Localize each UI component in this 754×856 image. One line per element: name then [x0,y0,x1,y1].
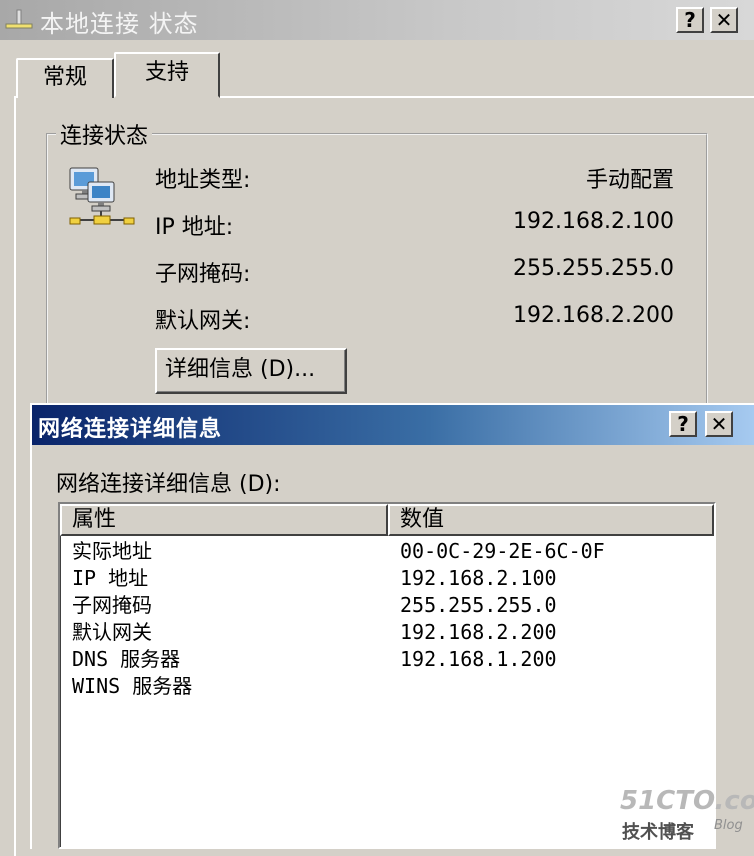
details-list-label: 网络连接详细信息 (D): [56,472,281,497]
default-gateway-label: 默认网关: [155,309,251,334]
address-type-label: 地址类型: [155,168,251,193]
watermark-blog: Blog [714,818,743,833]
row-property[interactable]: DNS 服务器 [72,646,180,672]
watermark-site: 51CTO.com [620,786,754,816]
status-window-title: 本地连接 状态 [40,10,199,38]
row-value[interactable]: 192.168.2.200 [400,619,557,645]
row-value[interactable]: 00-0C-29-2E-6C-0F [400,538,605,564]
details-help-button[interactable]: ? [669,411,697,437]
column-header-value[interactable]: 数值 [388,504,714,536]
row-property[interactable]: IP 地址 [72,565,148,591]
address-type-value: 手动配置 [585,168,674,193]
subnet-mask-value: 255.255.255.0 [513,256,674,281]
help-button[interactable]: ? [676,7,704,33]
close-button[interactable]: ✕ [710,7,738,33]
row-value[interactable]: 192.168.1.200 [400,646,557,672]
tab-general[interactable]: 常规 [16,58,114,98]
network-computers-icon [66,164,138,238]
row-value[interactable]: 255.255.255.0 [400,592,557,618]
row-property[interactable]: 实际地址 [72,538,152,564]
tab-support[interactable]: 支持 [114,52,220,98]
ip-address-label: IP 地址: [155,215,234,240]
details-window-titlebar[interactable]: 网络连接详细信息 [32,405,754,445]
default-gateway-value: 192.168.2.200 [513,303,674,328]
column-header-property[interactable]: 属性 [60,504,388,536]
ip-address-value: 192.168.2.100 [513,209,674,234]
details-close-button[interactable]: ✕ [705,411,733,437]
row-property[interactable]: 默认网关 [72,619,152,645]
row-value[interactable]: 192.168.2.100 [400,565,557,591]
watermark-subtitle: 技术博客 [622,822,694,843]
details-button[interactable]: 详细信息 (D)... [155,348,347,394]
subnet-mask-label: 子网掩码: [155,262,251,287]
group-label: 连接状态 [56,118,153,150]
network-connection-icon [4,8,34,36]
row-property[interactable]: 子网掩码 [72,592,152,618]
status-window-titlebar[interactable]: 本地连接 状态 [0,0,754,40]
row-property[interactable]: WINS 服务器 [72,673,192,699]
details-window-title: 网络连接详细信息 [38,417,223,442]
